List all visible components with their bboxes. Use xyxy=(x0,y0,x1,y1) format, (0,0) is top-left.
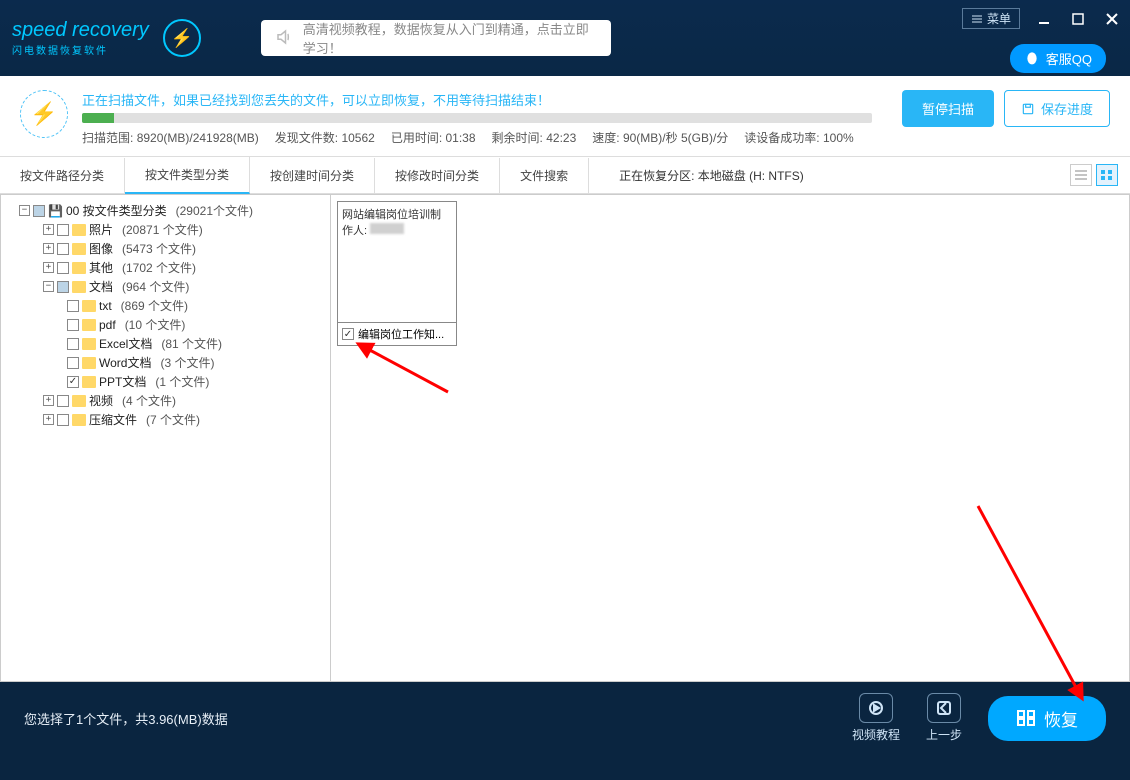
qq-support-button[interactable]: 客服QQ xyxy=(1010,44,1106,73)
folder-icon xyxy=(72,395,86,407)
selection-info: 您选择了1个文件，共3.96(MB)数据 xyxy=(24,709,228,728)
recover-icon xyxy=(1016,709,1036,727)
save-icon xyxy=(1021,102,1035,116)
folder-icon xyxy=(82,319,96,331)
play-icon xyxy=(859,693,893,723)
minimize-button[interactable] xyxy=(1034,9,1054,29)
checkbox[interactable] xyxy=(67,376,79,388)
app-tagline: 闪电数据恢复软件 xyxy=(12,42,149,57)
checkbox[interactable] xyxy=(67,319,79,331)
tree-root[interactable]: − 💾 00 按文件类型分类 (29021个文件) xyxy=(5,201,326,220)
folder-icon xyxy=(72,414,86,426)
checkbox[interactable] xyxy=(57,281,69,293)
file-name: 编辑岗位工作知... xyxy=(358,326,444,342)
expand-icon[interactable]: + xyxy=(43,395,54,406)
progress-bar xyxy=(82,113,872,123)
close-button[interactable] xyxy=(1102,9,1122,29)
checkbox[interactable] xyxy=(67,300,79,312)
app-logo: speed recovery 闪电数据恢复软件 ⚡ xyxy=(12,19,201,57)
tree-zip[interactable]: + 压缩文件(7 个文件) xyxy=(5,410,326,429)
file-preview: 网站编辑岗位培训制 作人: xyxy=(338,202,456,322)
tutorial-text: 高清视频教程，数据恢复从入门到精通，点击立即学习！ xyxy=(303,19,597,57)
view-grid-button[interactable] xyxy=(1096,164,1118,186)
tree-image[interactable]: + 图像(5473 个文件) xyxy=(5,239,326,258)
scan-message: 正在扫描文件，如果已经找到您丢失的文件，可以立即恢复，不用等待扫描结束！ xyxy=(82,90,888,109)
checkbox[interactable] xyxy=(57,224,69,236)
tab-by-modify-time[interactable]: 按修改时间分类 xyxy=(375,158,500,193)
checkbox[interactable] xyxy=(67,357,79,369)
tree-pdf[interactable]: pdf(10 个文件) xyxy=(5,315,326,334)
checkbox[interactable] xyxy=(67,338,79,350)
folder-icon xyxy=(82,357,96,369)
menu-button[interactable]: 菜单 xyxy=(962,8,1020,29)
tutorial-banner[interactable]: 高清视频教程，数据恢复从入门到精通，点击立即学习！ xyxy=(261,20,611,56)
checkbox[interactable] xyxy=(57,395,69,407)
save-progress-button[interactable]: 保存进度 xyxy=(1004,90,1110,127)
file-item[interactable]: 网站编辑岗位培训制 作人: 编辑岗位工作知... xyxy=(337,201,457,346)
tree-word[interactable]: Word文档(3 个文件) xyxy=(5,353,326,372)
collapse-icon[interactable]: − xyxy=(43,281,54,292)
checkbox[interactable] xyxy=(57,414,69,426)
tree-doc[interactable]: − 文档(964 个文件) xyxy=(5,277,326,296)
bolt-icon: ⚡ xyxy=(163,19,201,57)
drive-icon: 💾 xyxy=(48,204,63,218)
expand-icon[interactable]: + xyxy=(43,224,54,235)
folder-icon xyxy=(82,300,96,312)
file-type-tree[interactable]: − 💾 00 按文件类型分类 (29021个文件) + 照片(20871 个文件… xyxy=(1,195,331,681)
folder-icon xyxy=(82,376,96,388)
expand-icon[interactable]: + xyxy=(43,243,54,254)
file-grid: 网站编辑岗位培训制 作人: 编辑岗位工作知... xyxy=(331,195,1129,681)
tree-txt[interactable]: txt(869 个文件) xyxy=(5,296,326,315)
folder-icon xyxy=(72,243,86,255)
tab-by-path[interactable]: 按文件路径分类 xyxy=(0,158,125,193)
checkbox[interactable] xyxy=(33,205,45,217)
folder-icon xyxy=(72,262,86,274)
view-list-button[interactable] xyxy=(1070,164,1092,186)
prev-step-button[interactable]: 上一步 xyxy=(926,693,962,743)
collapse-icon[interactable]: − xyxy=(19,205,30,216)
app-name: speed recovery xyxy=(12,19,149,42)
checkbox[interactable] xyxy=(57,243,69,255)
tree-photo[interactable]: + 照片(20871 个文件) xyxy=(5,220,326,239)
checkbox[interactable] xyxy=(57,262,69,274)
tab-by-create-time[interactable]: 按创建时间分类 xyxy=(250,158,375,193)
expand-icon[interactable]: + xyxy=(43,262,54,273)
expand-icon[interactable]: + xyxy=(43,414,54,425)
tree-other[interactable]: + 其他(1702 个文件) xyxy=(5,258,326,277)
speaker-icon xyxy=(275,28,293,49)
tab-by-type[interactable]: 按文件类型分类 xyxy=(125,157,250,194)
tree-video[interactable]: + 视频(4 个文件) xyxy=(5,391,326,410)
partition-info: 正在恢复分区: 本地磁盘 (H: NTFS) xyxy=(619,167,804,184)
scan-icon: ⚡ xyxy=(20,90,68,138)
recover-button[interactable]: 恢复 xyxy=(988,696,1106,741)
file-checkbox[interactable] xyxy=(342,328,354,340)
annotation-arrow xyxy=(358,342,458,407)
pause-scan-button[interactable]: 暂停扫描 xyxy=(902,90,994,127)
video-tutorial-button[interactable]: 视频教程 xyxy=(852,693,900,743)
tree-excel[interactable]: Excel文档(81 个文件) xyxy=(5,334,326,353)
folder-icon xyxy=(72,224,86,236)
tab-file-search[interactable]: 文件搜索 xyxy=(500,158,589,193)
tree-ppt[interactable]: PPT文档(1 个文件) xyxy=(5,372,326,391)
folder-icon xyxy=(82,338,96,350)
scan-stats: 扫描范围: 8920(MB)/241928(MB) 发现文件数: 10562 已… xyxy=(82,129,888,146)
folder-icon xyxy=(72,281,86,293)
back-icon xyxy=(927,693,961,723)
maximize-button[interactable] xyxy=(1068,9,1088,29)
